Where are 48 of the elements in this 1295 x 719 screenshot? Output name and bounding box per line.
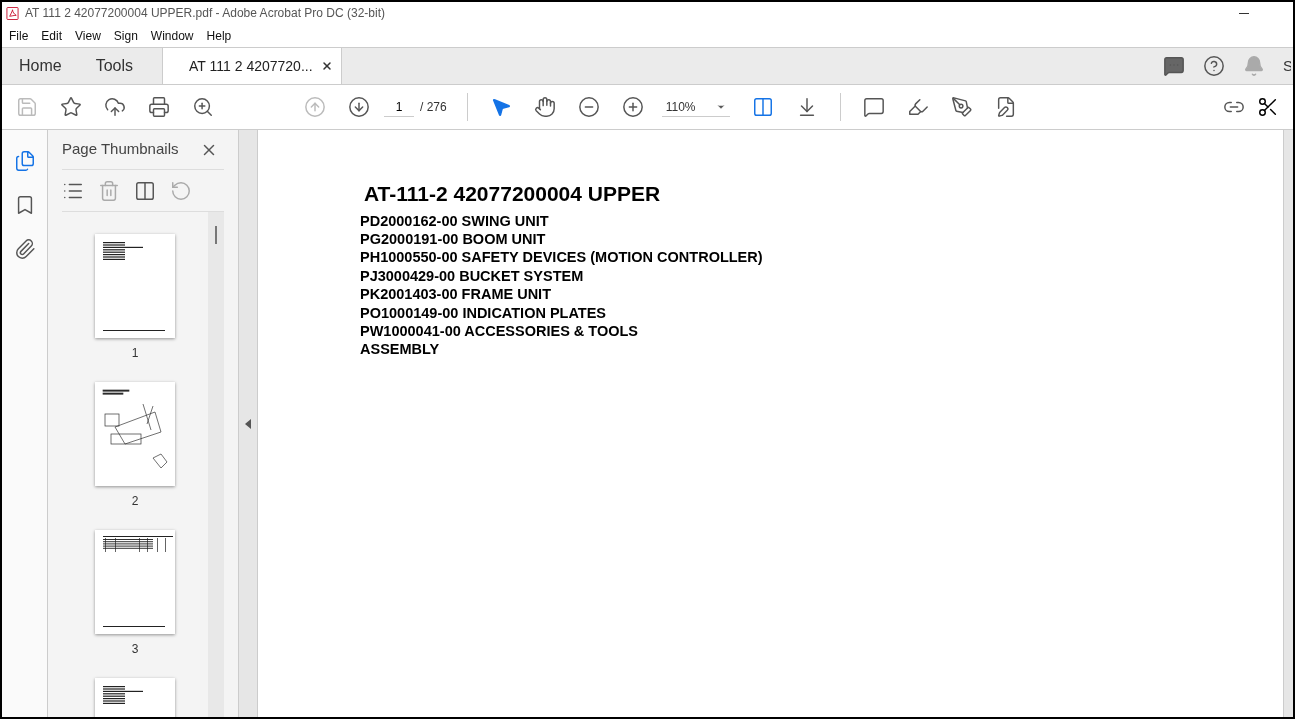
comment-icon[interactable] bbox=[1163, 55, 1185, 77]
document-title: AT-111-2 42077200004 UPPER bbox=[363, 181, 662, 207]
menu-item[interactable]: Sign bbox=[113, 26, 138, 45]
document-line: PH1000550-00 SAFETY DEVICES (MOTION CONTROLLER) bbox=[360, 248, 764, 267]
document-line: PO1000149-00 INDICATION PLATES bbox=[360, 303, 608, 322]
pen-icon[interactable] bbox=[950, 96, 973, 118]
zoom-dropdown[interactable]: 110% bbox=[661, 97, 730, 117]
page-number-label: 1 bbox=[131, 345, 139, 362]
collapse-icon[interactable] bbox=[245, 418, 251, 429]
menu-item[interactable]: Edit bbox=[41, 26, 63, 45]
document-line: PG2000191-00 BOOM UNIT bbox=[360, 229, 547, 249]
help-icon[interactable] bbox=[1203, 55, 1225, 77]
page-count: / 276 bbox=[420, 99, 447, 116]
page-thumbnail[interactable] bbox=[95, 530, 175, 634]
zoom-out-icon[interactable] bbox=[577, 96, 600, 118]
document-tab[interactable]: AT 111 2 4207720... bbox=[162, 48, 343, 84]
arrow-down-icon[interactable] bbox=[348, 96, 370, 118]
scrollbar[interactable] bbox=[1283, 130, 1293, 717]
star-icon[interactable] bbox=[60, 96, 82, 118]
cloud-upload-icon[interactable] bbox=[104, 96, 126, 118]
pages-icon[interactable] bbox=[13, 150, 36, 172]
page-number-label: 3 bbox=[131, 641, 139, 658]
highlighter-icon[interactable] bbox=[906, 96, 929, 118]
menu-item[interactable]: View bbox=[75, 26, 101, 45]
zoom-in-icon[interactable] bbox=[621, 96, 644, 118]
document-line: PK2001403-00 FRAME UNIT bbox=[360, 285, 552, 304]
close-tab-icon[interactable] bbox=[321, 60, 334, 72]
window-title: AT 111 2 42077200004 UPPER.pdf - Adobe Acrobat Pro DC (32-bit) bbox=[25, 5, 385, 22]
menu-item[interactable]: File bbox=[9, 26, 29, 45]
page-thumbnail[interactable] bbox=[95, 382, 175, 486]
comment-icon[interactable] bbox=[862, 96, 885, 118]
pdf-icon bbox=[6, 6, 19, 20]
page-number-field[interactable]: 1 bbox=[384, 97, 414, 117]
document-line: PD2000162-00 SWING UNIT bbox=[360, 211, 550, 230]
document-line: PW1000041-00 ACCESSORIES & TOOLS bbox=[360, 321, 639, 341]
document-line: PJ3000429-00 BUCKET SYSTEM bbox=[360, 266, 585, 286]
panel-title: Page Thumbnails bbox=[62, 139, 179, 160]
paperclip-icon[interactable] bbox=[13, 238, 36, 260]
page-number-label: 2 bbox=[131, 493, 139, 510]
document-line: ASSEMBLY bbox=[360, 340, 441, 359]
printer-icon[interactable] bbox=[148, 96, 170, 118]
search-icon[interactable] bbox=[192, 96, 214, 118]
menu-item[interactable]: Window bbox=[150, 26, 194, 45]
minimize-icon[interactable] bbox=[1239, 12, 1249, 14]
menu-item[interactable]: Help bbox=[206, 26, 232, 45]
scrollbar[interactable] bbox=[208, 212, 224, 717]
page-thumbnail[interactable] bbox=[95, 234, 175, 338]
hand-icon[interactable] bbox=[533, 96, 556, 118]
